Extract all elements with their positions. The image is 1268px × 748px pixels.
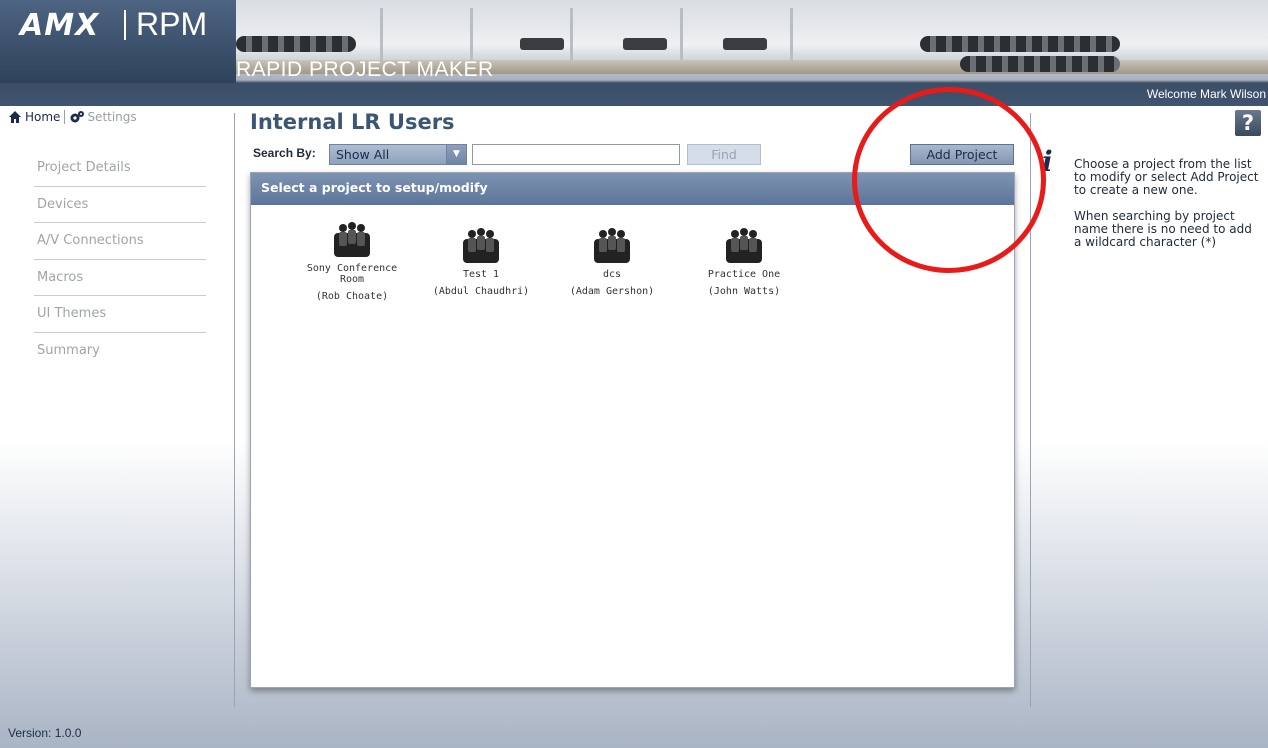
step-list: Project Details Devices A/V Connections … xyxy=(34,150,206,369)
banner-chair xyxy=(623,38,667,50)
home-icon xyxy=(9,111,21,123)
step-project-details[interactable]: Project Details xyxy=(34,150,206,187)
step-devices[interactable]: Devices xyxy=(34,187,206,223)
group-icon xyxy=(594,228,630,263)
version-label: Version: 1.0.0 xyxy=(8,726,82,740)
settings-label: Settings xyxy=(87,110,137,124)
banner-chairs-right-lower xyxy=(960,56,1120,72)
group-icon xyxy=(726,228,762,263)
home-link[interactable]: Home xyxy=(8,110,60,124)
search-by-selected-value: Show All xyxy=(336,147,390,162)
chevron-down-icon[interactable]: ▼ xyxy=(446,145,466,164)
nav-divider xyxy=(64,110,66,124)
step-summary[interactable]: Summary xyxy=(34,333,206,370)
search-by-select[interactable]: Show All ▼ xyxy=(329,144,467,165)
app-title: RAPID PROJECT MAKER xyxy=(236,58,494,81)
help-paragraph: Choose a project from the list to modify… xyxy=(1074,157,1259,197)
project-name: Test 1 xyxy=(462,269,500,280)
find-button[interactable]: Find xyxy=(687,144,761,165)
step-ui-themes[interactable]: UI Themes xyxy=(34,296,206,333)
project-name: Practice One xyxy=(707,269,781,280)
banner-chairs-left xyxy=(236,36,356,52)
annotation-circle xyxy=(852,87,1046,273)
banner-chair xyxy=(723,38,767,50)
group-icon xyxy=(463,228,499,263)
search-by-label: Search By: xyxy=(253,146,316,160)
project-tile[interactable]: Practice One (John Watts) xyxy=(689,225,799,297)
banner-pillar xyxy=(790,8,793,68)
gear-icon xyxy=(70,111,85,123)
banner-pillar xyxy=(570,8,573,68)
logo-panel: AMX RPM xyxy=(0,0,236,83)
banner-chair xyxy=(520,38,564,50)
divider-left xyxy=(234,113,235,707)
project-tile[interactable]: dcs (Adam Gershon) xyxy=(557,225,667,297)
project-owner: (John Watts) xyxy=(707,286,781,297)
help-button[interactable]: ? xyxy=(1235,110,1261,136)
banner-chairs-right xyxy=(920,36,1120,52)
settings-link[interactable]: Settings xyxy=(69,109,137,125)
group-icon xyxy=(334,222,370,257)
brand-logo-rpm: RPM xyxy=(136,6,208,42)
help-text: Choose a project from the list to modify… xyxy=(1074,158,1262,262)
search-input[interactable] xyxy=(472,144,680,165)
top-nav: Home Settings xyxy=(8,108,137,126)
banner-pillar xyxy=(680,8,683,68)
step-macros[interactable]: Macros xyxy=(34,260,206,296)
project-tile[interactable]: Sony Conference Room (Rob Choate) xyxy=(297,219,407,302)
help-paragraph: When searching by project name there is … xyxy=(1074,209,1252,249)
header-banner: AMX RPM RAPID PROJECT MAKER Welcome Mark… xyxy=(0,0,1268,106)
brand-logo-amx: AMX xyxy=(20,8,100,43)
project-name: dcs xyxy=(602,269,622,280)
welcome-message: Welcome Mark Wilson xyxy=(1146,87,1266,101)
home-label: Home xyxy=(25,110,61,124)
project-owner: (Abdul Chaudhri) xyxy=(432,286,530,297)
project-tile[interactable]: Test 1 (Abdul Chaudhri) xyxy=(426,225,536,297)
brand-separator xyxy=(124,10,126,40)
step-av-connections[interactable]: A/V Connections xyxy=(34,223,206,260)
project-owner: (Rob Choate) xyxy=(315,291,389,302)
page-title: Internal LR Users xyxy=(250,110,455,134)
project-owner: (Adam Gershon) xyxy=(569,286,655,297)
project-name: Sony Conference Room xyxy=(306,263,398,285)
